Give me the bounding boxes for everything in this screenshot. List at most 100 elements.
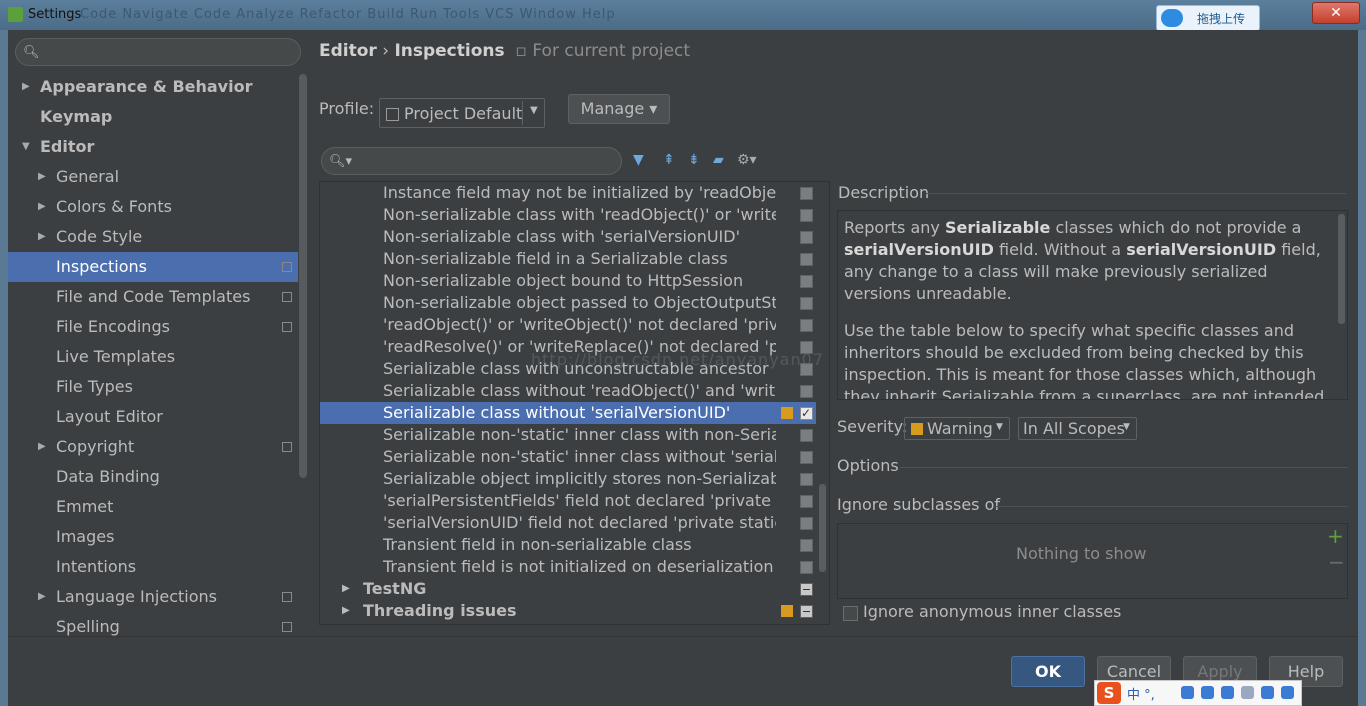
- inspection-row[interactable]: 'serialPersistentFields' field not decla…: [320, 490, 816, 512]
- sidebar-item-file-encodings[interactable]: File Encodings: [8, 312, 298, 342]
- chevron-right-icon[interactable]: ▶: [38, 432, 46, 462]
- inspection-checkbox[interactable]: [800, 473, 813, 486]
- inspection-row[interactable]: Instance field may not be initialized by…: [320, 182, 816, 204]
- chevron-right-icon[interactable]: ▶: [38, 582, 46, 612]
- microphone-icon[interactable]: [1201, 686, 1214, 699]
- search-icon: 🔍︎: [23, 45, 40, 60]
- inspection-checkbox[interactable]: [800, 451, 813, 464]
- inspection-row[interactable]: Serializable non-'static' inner class wi…: [320, 424, 816, 446]
- chevron-right-icon[interactable]: ▶: [38, 162, 46, 192]
- settings-tree-scrollbar[interactable]: [299, 74, 307, 478]
- inspection-search-input[interactable]: 🔍︎▾: [321, 147, 622, 175]
- sidebar-item-file-and-code-templates[interactable]: File and Code Templates: [8, 282, 298, 312]
- inspection-row[interactable]: Serializable object implicitly stores no…: [320, 468, 816, 490]
- chevron-right-icon[interactable]: ▶: [342, 600, 350, 622]
- manage-button[interactable]: Manage ▾: [568, 94, 670, 124]
- sidebar-item-editor[interactable]: ▼ Editor: [8, 132, 298, 162]
- inspection-row[interactable]: Non-serializable field in a Serializable…: [320, 248, 816, 270]
- inspection-row[interactable]: Serializable class without 'readObject()…: [320, 380, 816, 402]
- scope-select[interactable]: In All Scopes ▼: [1018, 417, 1137, 440]
- sidebar-item-layout-editor[interactable]: Layout Editor: [8, 402, 298, 432]
- sidebar-item-language-injections[interactable]: ▶ Language Injections: [8, 582, 298, 612]
- sidebar-item-file-types[interactable]: File Types: [8, 372, 298, 402]
- ime-toolbar[interactable]: S 中 °,: [1094, 680, 1302, 706]
- inspection-checkbox[interactable]: [800, 605, 813, 618]
- inspection-row[interactable]: Non-serializable class with 'readObject(…: [320, 204, 816, 226]
- sidebar-item-general[interactable]: ▶ General: [8, 162, 298, 192]
- sidebar-item-colors-fonts[interactable]: ▶ Colors & Fonts: [8, 192, 298, 222]
- chevron-right-icon[interactable]: ▶: [38, 222, 46, 252]
- inspection-checkbox[interactable]: [800, 517, 813, 530]
- inspection-checkbox[interactable]: [800, 495, 813, 508]
- profile-value: Project Default: [404, 104, 523, 123]
- ime-mode[interactable]: 中 °,: [1127, 684, 1155, 703]
- inspection-checkbox[interactable]: [800, 429, 813, 442]
- sidebar-item-live-templates[interactable]: Live Templates: [8, 342, 298, 372]
- chevron-right-icon[interactable]: ▶: [342, 578, 350, 600]
- inspection-row[interactable]: Non-serializable object passed to Object…: [320, 292, 816, 314]
- settings-search-input[interactable]: 🔍︎: [15, 38, 301, 66]
- sidebar-item-intentions[interactable]: Intentions: [8, 552, 298, 582]
- inspection-tree-scrollbar[interactable]: [819, 484, 826, 572]
- inspection-row[interactable]: Non-serializable class with 'serialVersi…: [320, 226, 816, 248]
- emoji-icon[interactable]: [1181, 686, 1194, 699]
- inspection-checkbox[interactable]: [800, 275, 813, 288]
- inspection-checkbox[interactable]: [800, 187, 813, 200]
- chevron-down-icon[interactable]: ▼: [22, 132, 30, 162]
- keyboard-icon[interactable]: [1221, 686, 1234, 699]
- ignore-anonymous-checkbox[interactable]: [843, 606, 858, 621]
- inspection-group[interactable]: ▶ TestNG: [320, 578, 816, 600]
- project-scope-icon: [282, 262, 292, 272]
- inspection-row[interactable]: 'readObject()' or 'writeObject()' not de…: [320, 314, 816, 336]
- sidebar-item-spelling[interactable]: Spelling: [8, 612, 298, 637]
- inspection-checkbox[interactable]: [800, 209, 813, 222]
- expand-all-icon[interactable]: ⇞: [663, 152, 675, 168]
- sidebar-item-copyright[interactable]: ▶ Copyright: [8, 432, 298, 462]
- sidebar-item-data-binding[interactable]: Data Binding: [8, 462, 298, 492]
- inspection-checkbox[interactable]: [800, 583, 813, 596]
- tools-icon[interactable]: [1281, 686, 1294, 699]
- inspection-row[interactable]: Transient field in non-serializable clas…: [320, 534, 816, 556]
- description-scrollbar[interactable]: [1338, 214, 1345, 324]
- close-button[interactable]: ✕: [1312, 2, 1360, 24]
- reset-icon[interactable]: ▰: [713, 152, 724, 168]
- window-title: Settings: [28, 7, 82, 22]
- inspection-checkbox[interactable]: [800, 402, 813, 424]
- ignore-anonymous-label[interactable]: Ignore anonymous inner classes: [863, 602, 1121, 621]
- ignore-subclasses-list[interactable]: Nothing to show: [837, 523, 1348, 599]
- sidebar-item-appearance-behavior[interactable]: ▶ Appearance & Behavior: [8, 72, 298, 102]
- chevron-right-icon[interactable]: ▶: [38, 192, 46, 222]
- inspection-checkbox[interactable]: [800, 319, 813, 332]
- inspection-checkbox[interactable]: [800, 561, 813, 574]
- inspection-row[interactable]: Non-serializable object bound to HttpSes…: [320, 270, 816, 292]
- sidebar-item-emmet[interactable]: Emmet: [8, 492, 298, 522]
- skin-icon[interactable]: [1261, 686, 1274, 699]
- severity-select[interactable]: Warning ▼: [904, 417, 1010, 440]
- inspection-checkbox[interactable]: [800, 297, 813, 310]
- inspection-row[interactable]: Serializable non-'static' inner class wi…: [320, 446, 816, 468]
- collapse-all-icon[interactable]: ⇟: [688, 152, 700, 168]
- inspection-checkbox[interactable]: [800, 539, 813, 552]
- inspection-checkbox[interactable]: [800, 231, 813, 244]
- inspection-row[interactable]: 'serialVersionUID' field not declared 'p…: [320, 512, 816, 534]
- chevron-right-icon[interactable]: ▶: [22, 72, 30, 102]
- remove-icon[interactable]: −: [1328, 550, 1345, 574]
- inspection-row[interactable]: Transient field is not initialized on de…: [320, 556, 816, 578]
- profile-select[interactable]: Project Default ▼: [379, 98, 545, 128]
- upload-button[interactable]: 拖拽上传: [1156, 5, 1260, 31]
- inspection-row[interactable]: Serializable class without 'serialVersio…: [320, 402, 816, 424]
- divider: [993, 506, 1348, 507]
- sidebar-item-code-style[interactable]: ▶ Code Style: [8, 222, 298, 252]
- sidebar-item-keymap[interactable]: Keymap: [8, 102, 298, 132]
- filter-icon[interactable]: ▼: [633, 152, 644, 168]
- inspection-group[interactable]: ▶ Threading issues: [320, 600, 816, 622]
- sidebar-item-images[interactable]: Images: [8, 522, 298, 552]
- inspection-checkbox[interactable]: [800, 385, 813, 398]
- inspection-tree: Instance field may not be initialized by…: [319, 181, 830, 625]
- user-icon[interactable]: [1241, 686, 1254, 699]
- inspection-checkbox[interactable]: [800, 253, 813, 266]
- sidebar-item-inspections[interactable]: Inspections: [8, 252, 298, 282]
- add-icon[interactable]: +: [1327, 524, 1344, 548]
- ok-button[interactable]: OK: [1011, 656, 1085, 687]
- settings-icon[interactable]: ⚙▾: [737, 152, 757, 168]
